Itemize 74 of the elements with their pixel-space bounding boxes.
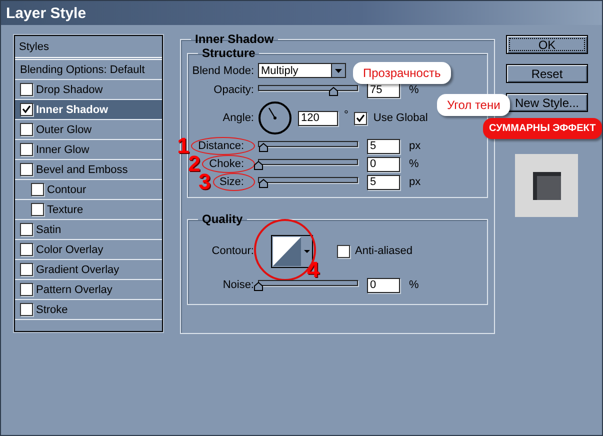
group-title: Quality [201,212,244,226]
slider-thumb[interactable] [259,179,268,188]
slider-track[interactable] [258,175,358,189]
number-marker: 2 [188,153,200,175]
blend-mode-dropdown[interactable]: Multiply [258,63,346,78]
checkbox-label: Use Global [373,112,428,124]
style-item[interactable]: Contour [15,180,162,200]
style-item[interactable]: Bevel and Emboss [15,160,162,180]
style-item[interactable]: Inner Glow [15,140,162,160]
checkbox[interactable] [20,263,33,276]
unit-label: % [408,279,420,291]
caret-icon [335,68,342,72]
checkbox[interactable] [20,143,33,156]
field-label: Opacity: [214,84,255,96]
unit-label: % [408,158,420,170]
checkbox[interactable] [20,223,33,236]
slider-track[interactable] [258,139,358,153]
style-item[interactable]: Outer Glow [15,120,162,140]
number-marker: 1 [177,135,190,157]
checkbox[interactable] [31,183,44,196]
checkbox[interactable] [20,83,33,96]
style-item[interactable]: Gradient Overlay [15,260,162,280]
unit-label: px [408,176,422,188]
checkbox[interactable] [20,283,33,296]
dialog-button[interactable]: OK [506,35,588,54]
unit-label: px [408,140,422,152]
callout-bubble: СУММАРНЫ ЭФФЕКТ [483,118,602,139]
value-field[interactable]: 120 [298,110,338,126]
value-field[interactable]: 5 [367,138,400,154]
field-label: Angle: [222,112,255,124]
style-item[interactable]: Pattern Overlay [15,280,162,300]
field-label: Choke: [209,158,245,170]
preview-swatch-icon [532,172,560,200]
callout-bubble: Прозрачность [353,62,451,84]
field-label: Distance: [198,140,245,152]
angle-dial-icon[interactable] [258,101,292,135]
callout-bubble: Угол тени [437,94,510,116]
style-item[interactable]: Texture [15,200,162,220]
style-item[interactable]: Inner Shadow [15,100,162,120]
value-field[interactable]: 0 [367,278,400,292]
value-field[interactable]: 0 [367,156,400,172]
checkbox[interactable] [20,103,33,116]
slider-thumb[interactable] [259,143,268,152]
number-marker: 4 [307,259,320,281]
style-item[interactable]: Blending Options: Default [15,60,162,80]
checkbox-label: Anti-aliased [355,245,412,257]
unit-label: ° [344,109,348,121]
dialog-button[interactable]: Reset [506,64,588,83]
group-title: Structure [201,46,256,60]
slider-track[interactable] [258,83,358,97]
checkbox[interactable] [20,243,33,256]
number-marker: 3 [198,171,211,193]
style-item[interactable]: Color Overlay [15,240,162,260]
slider-thumb[interactable] [254,161,263,170]
field-label: Noise: [222,279,255,291]
checkbox[interactable] [20,303,33,316]
checkbox[interactable] [20,163,33,176]
group-title: Inner Shadow [194,32,275,46]
checkbox[interactable] [354,112,368,124]
checkbox[interactable] [337,244,350,258]
checkbox[interactable] [20,123,33,136]
field-label: Contour: [212,245,255,257]
window-title: Layer Style [6,4,86,22]
slider-thumb[interactable] [254,282,263,291]
field-label: Size: [220,176,245,188]
style-item[interactable]: Satin [15,220,162,240]
list-header[interactable]: Styles [15,36,162,60]
dialog-button[interactable]: New Style... [506,93,588,112]
style-item[interactable]: Stroke [15,300,162,320]
value-field[interactable]: 5 [367,174,400,190]
field-label: Blend Mode: [192,64,255,76]
unit-label: % [408,84,420,96]
slider-thumb[interactable] [329,87,338,96]
checkbox[interactable] [31,203,44,216]
